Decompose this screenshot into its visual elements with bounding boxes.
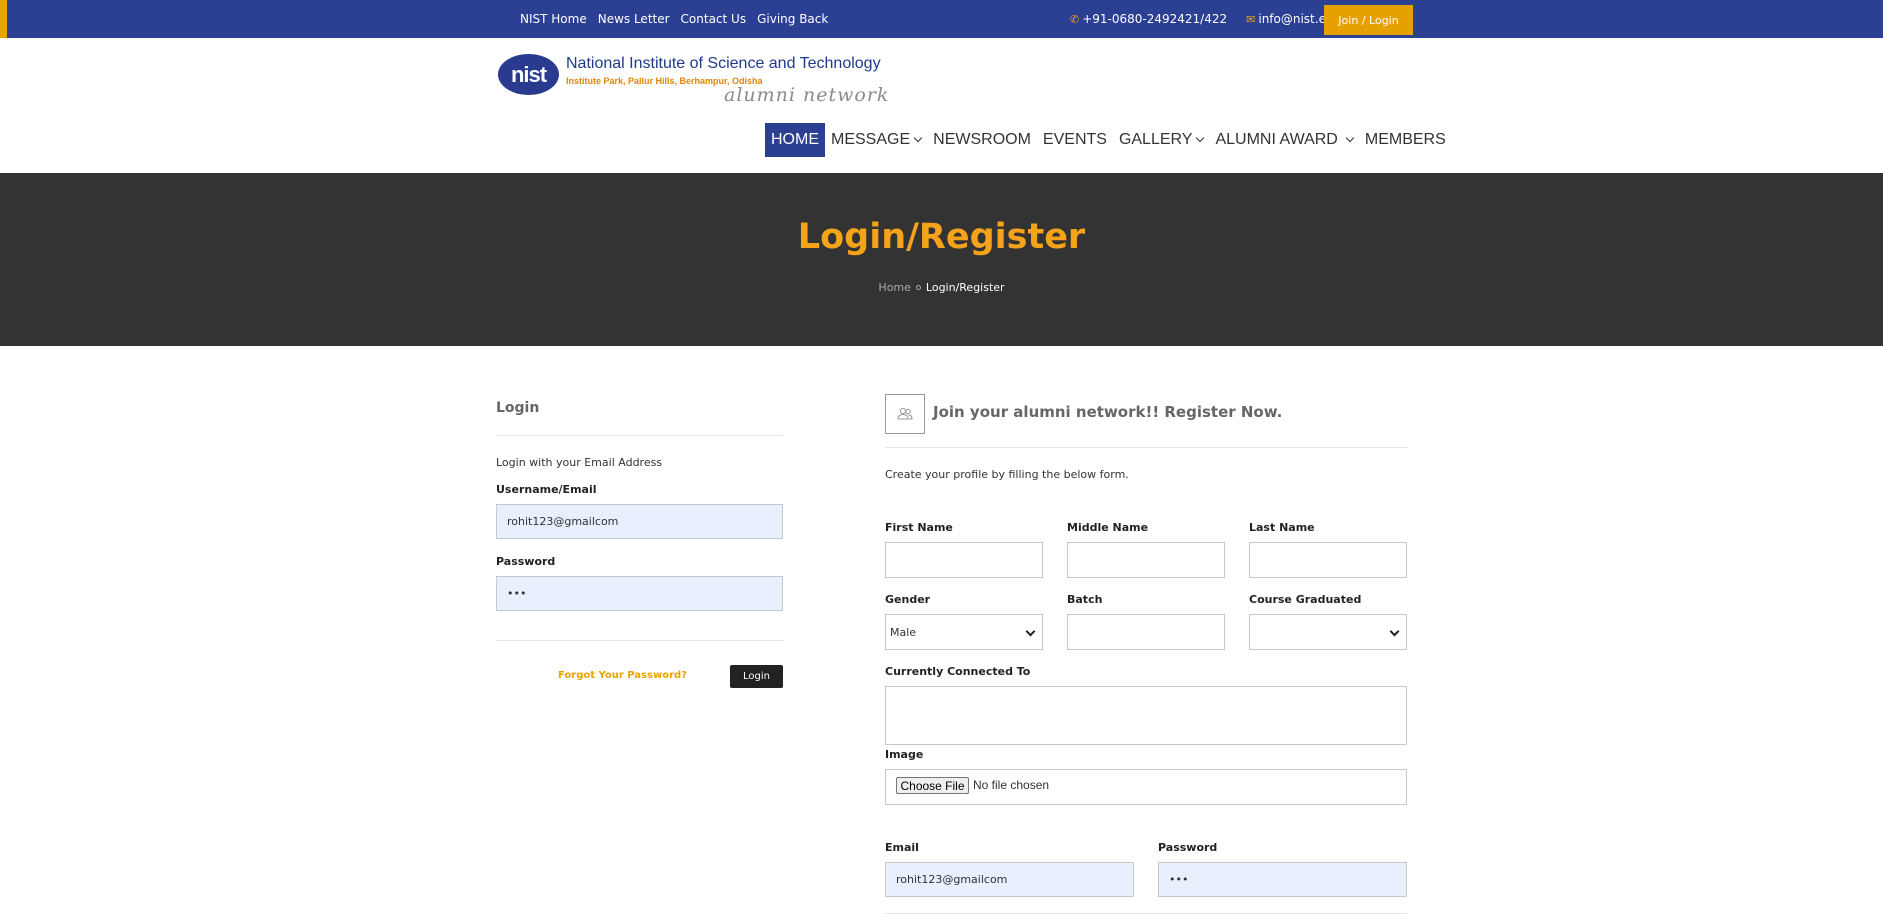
email-label: Email bbox=[885, 841, 919, 854]
file-status: No file chosen bbox=[973, 778, 1050, 792]
choose-file-button[interactable]: Choose File bbox=[896, 777, 969, 794]
breadcrumb-home[interactable]: Home bbox=[878, 281, 910, 294]
chevron-down-icon bbox=[1196, 133, 1205, 143]
register-email-value: rohit123@gmailcom bbox=[896, 873, 1008, 886]
nav-alumni-award[interactable]: ALUMNI AWARD bbox=[1209, 123, 1358, 157]
nav-gallery[interactable]: GALLERY bbox=[1113, 123, 1210, 157]
forgot-password-link[interactable]: Forgot Your Password? bbox=[558, 670, 687, 681]
page-banner: Login/Register Home Login/Register bbox=[0, 173, 1883, 346]
first-name-input[interactable] bbox=[885, 542, 1043, 578]
chevron-down-icon bbox=[1345, 133, 1355, 143]
phone-contact[interactable]: ✆ +91-0680-2492421/422 bbox=[1070, 12, 1227, 26]
nav-home-label: HOME bbox=[771, 131, 819, 148]
register-intro: Create your profile by filling the below… bbox=[885, 468, 1129, 481]
site-logo[interactable]: nist National Institute of Science and T… bbox=[498, 50, 890, 110]
username-input[interactable]: rohit123@gmailcom bbox=[496, 504, 783, 539]
nav-members[interactable]: MEMBERS bbox=[1359, 123, 1452, 157]
phone-number: +91-0680-2492421/422 bbox=[1082, 12, 1228, 26]
divider bbox=[885, 447, 1407, 448]
divider bbox=[885, 913, 1407, 914]
join-login-button[interactable]: Join / Login bbox=[1324, 5, 1413, 35]
middle-name-input[interactable] bbox=[1067, 542, 1225, 578]
course-graduated-select[interactable] bbox=[1249, 614, 1407, 650]
gender-label: Gender bbox=[885, 593, 931, 606]
top-link-giving-back[interactable]: Giving Back bbox=[757, 12, 828, 26]
currently-connected-label: Currently Connected To bbox=[885, 665, 1031, 678]
chevron-down-icon bbox=[1025, 626, 1036, 637]
password-input[interactable]: ••• bbox=[496, 576, 783, 611]
gender-value: Male bbox=[890, 625, 917, 639]
last-name-input[interactable] bbox=[1249, 542, 1407, 578]
nav-newsroom[interactable]: NEWSROOM bbox=[927, 123, 1037, 157]
password-label: Password bbox=[496, 555, 556, 568]
logo-title: National Institute of Science and Techno… bbox=[566, 55, 881, 72]
divider bbox=[496, 640, 783, 641]
login-intro: Login with your Email Address bbox=[496, 456, 663, 469]
top-links: NIST Home News Letter Contact Us Giving … bbox=[520, 12, 828, 26]
register-heading: Join your alumni network!! Register Now. bbox=[933, 403, 1283, 421]
gender-select[interactable]: Male bbox=[885, 614, 1043, 650]
middle-name-label: Middle Name bbox=[1067, 521, 1149, 534]
nav-events-label: EVENTS bbox=[1042, 131, 1107, 148]
page-title: Login/Register bbox=[797, 217, 1086, 257]
login-heading: Login bbox=[496, 400, 540, 416]
users-icon bbox=[897, 407, 913, 420]
currently-connected-textarea[interactable] bbox=[885, 686, 1407, 745]
divider bbox=[496, 435, 783, 436]
register-password-label: Password bbox=[1158, 841, 1218, 854]
username-label: Username/Email bbox=[496, 483, 597, 496]
register-email-input[interactable]: rohit123@gmailcom bbox=[885, 862, 1134, 897]
logo-badge: nist bbox=[498, 54, 559, 95]
top-link-nist-home[interactable]: NIST Home bbox=[520, 12, 587, 26]
course-graduated-label: Course Graduated bbox=[1249, 593, 1362, 606]
register-icon-box bbox=[885, 394, 925, 434]
nav-message[interactable]: MESSAGE bbox=[825, 123, 927, 157]
image-label: Image bbox=[885, 748, 924, 761]
first-name-label: First Name bbox=[885, 521, 953, 534]
nav-gallery-label: GALLERY bbox=[1118, 131, 1193, 148]
batch-input[interactable] bbox=[1067, 614, 1225, 650]
logo-tagline: alumni network bbox=[724, 84, 890, 106]
breadcrumb: Home Login/Register bbox=[0, 281, 1883, 294]
breadcrumb-separator-icon bbox=[915, 285, 921, 290]
register-password-value: ••• bbox=[1169, 873, 1189, 886]
chevron-down-icon bbox=[1389, 626, 1400, 637]
nav-events[interactable]: EVENTS bbox=[1037, 123, 1113, 157]
nav-members-label: MEMBERS bbox=[1364, 131, 1446, 148]
login-button[interactable]: Login bbox=[730, 665, 783, 688]
site-header: nist National Institute of Science and T… bbox=[0, 38, 1883, 173]
chevron-down-icon bbox=[913, 133, 923, 143]
main-nav: HOME MESSAGE NEWSROOM EVENTS GALLERY ALU… bbox=[765, 123, 1452, 157]
nav-home[interactable]: HOME bbox=[765, 123, 825, 157]
top-link-contact-us[interactable]: Contact Us bbox=[681, 12, 747, 26]
nav-newsroom-label: NEWSROOM bbox=[933, 131, 1031, 148]
nav-message-label: MESSAGE bbox=[831, 131, 911, 148]
top-contact: ✆ +91-0680-2492421/422 ✉ info@nist.edu bbox=[1070, 12, 1341, 26]
phone-icon: ✆ bbox=[1070, 12, 1080, 26]
register-password-input[interactable]: ••• bbox=[1158, 862, 1407, 897]
top-link-news-letter[interactable]: News Letter bbox=[598, 12, 670, 26]
batch-label: Batch bbox=[1067, 593, 1103, 606]
username-value: rohit123@gmailcom bbox=[507, 515, 619, 528]
envelope-icon: ✉ bbox=[1246, 12, 1256, 26]
top-bar: NIST Home News Letter Contact Us Giving … bbox=[0, 0, 1883, 38]
breadcrumb-current: Login/Register bbox=[925, 281, 1005, 294]
image-file-input[interactable]: Choose File No file chosen bbox=[885, 769, 1407, 805]
nav-alumni-award-label: ALUMNI AWARD bbox=[1215, 131, 1338, 148]
last-name-label: Last Name bbox=[1249, 521, 1315, 534]
password-value: ••• bbox=[507, 587, 527, 600]
